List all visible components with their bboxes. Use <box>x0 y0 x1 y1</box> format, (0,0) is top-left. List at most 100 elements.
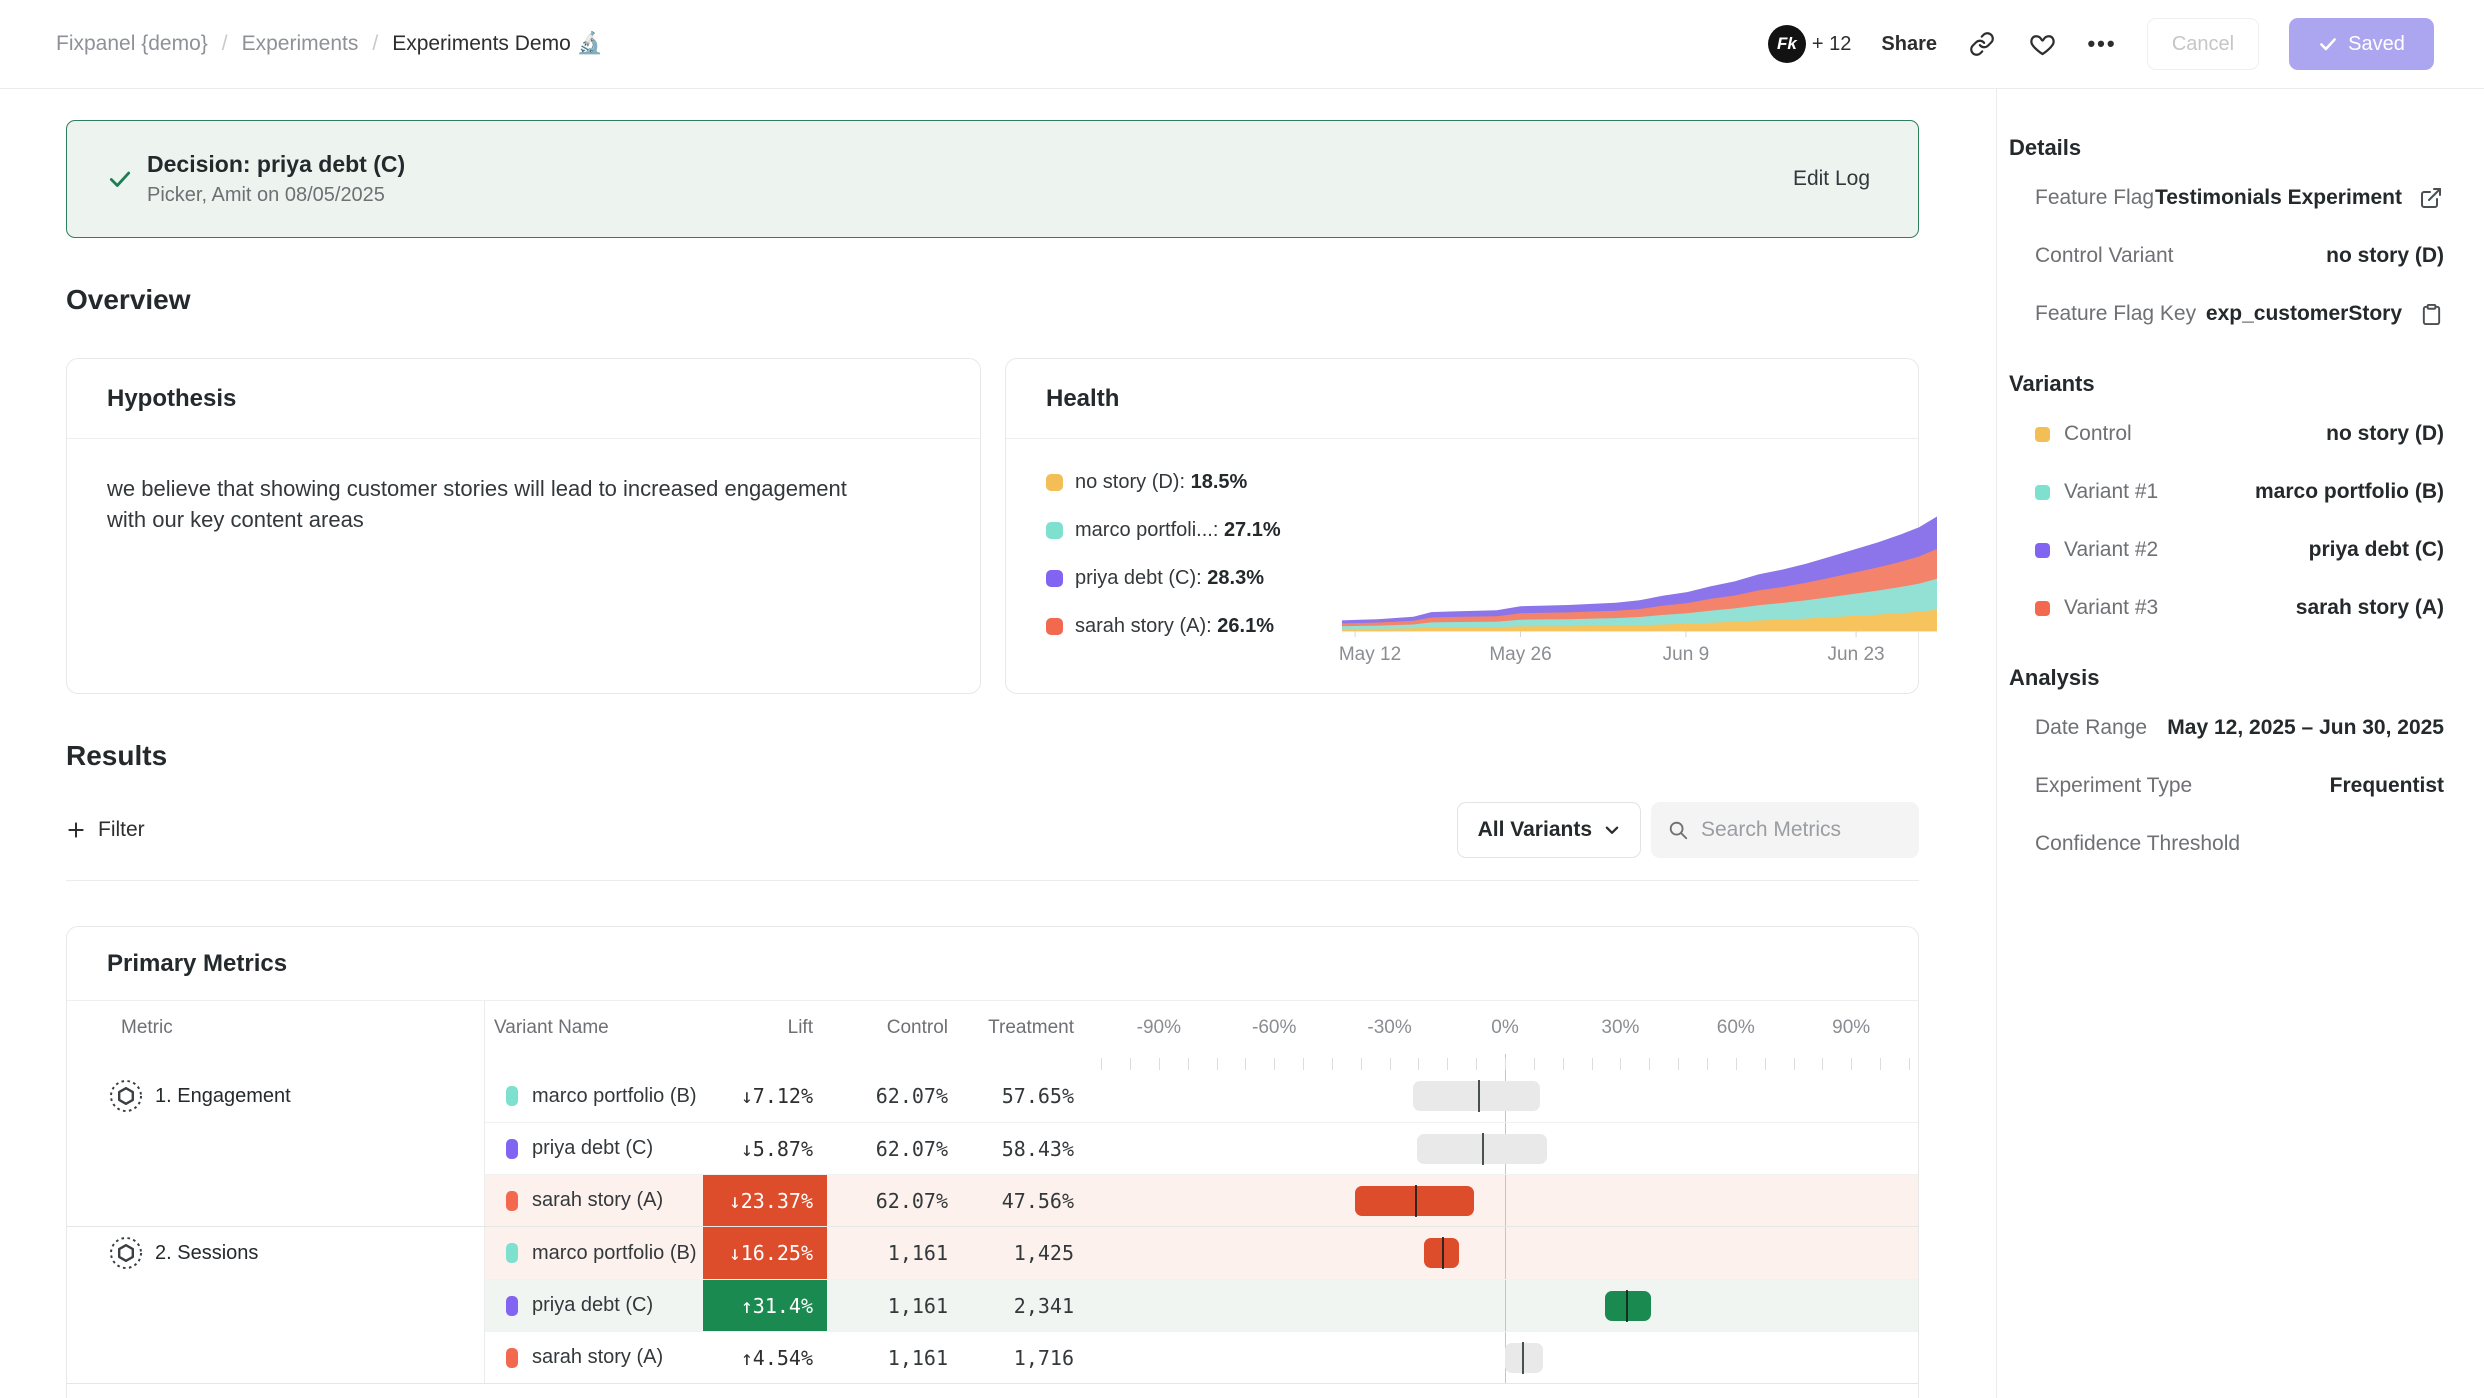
confidence-interval-cell <box>1101 1123 1919 1174</box>
favorite-heart-icon[interactable] <box>2027 29 2057 59</box>
search-metrics-box[interactable] <box>1651 802 1919 858</box>
variant-name: priya debt (C) <box>532 1137 653 1160</box>
variant-color-chip <box>2035 601 2050 616</box>
variant-filter-label: All Variants <box>1478 818 1592 842</box>
saved-button[interactable]: Saved <box>2289 18 2434 70</box>
variant-color-chip <box>2035 427 2050 442</box>
copy-link-icon[interactable] <box>1967 29 1997 59</box>
sidebar-row-label: Variant #1 <box>2035 480 2158 504</box>
axis-minor-tick <box>1765 1058 1766 1070</box>
axis-minor-tick <box>1245 1058 1246 1070</box>
lift-value: ↓5.87% <box>703 1123 827 1174</box>
health-legend-item: priya debt (C): 28.3% <box>1046 561 1342 595</box>
table-row[interactable]: sarah story (A)↓23.37%62.07%47.56% <box>485 1174 1919 1226</box>
label-text: Confidence Threshold <box>2035 832 2240 856</box>
sidebar-row: Confidence Threshold <box>2035 815 2444 873</box>
legend-value: 26.1% <box>1217 615 1274 637</box>
add-filter-button[interactable]: Filter <box>66 818 145 842</box>
lift-estimate-marker <box>1442 1237 1444 1269</box>
sidebar-row: Feature Flag Key exp_customerStory <box>2035 285 2444 343</box>
label-text: Variant #3 <box>2064 596 2158 620</box>
sidebar-row: Experiment TypeFrequentist <box>2035 757 2444 815</box>
legend-color-chip <box>1046 474 1063 491</box>
breadcrumb-item[interactable]: Fixpanel {demo} <box>56 32 208 56</box>
metric-name-cell[interactable]: 1. Engagement <box>67 1070 484 1122</box>
metric-column: 2. Sessions <box>67 1227 485 1383</box>
legend-value: 18.5% <box>1191 471 1248 493</box>
axis-label: 90% <box>1832 1017 1870 1039</box>
results-divider <box>66 880 1919 881</box>
axis-minor-tick <box>1418 1058 1419 1070</box>
lift-value: ↓23.37% <box>703 1175 827 1226</box>
health-x-tick-label: May 12 <box>1339 644 1401 666</box>
table-row[interactable]: priya debt (C)↓5.87%62.07%58.43% <box>485 1122 1919 1174</box>
sidebar-row-label: Experiment Type <box>2035 774 2192 798</box>
table-header: Metric Variant Name Lift Control Treatme… <box>67 1001 1918 1054</box>
health-legend-item: sarah story (A): 26.1% <box>1046 609 1342 643</box>
legend-label: priya debt (C): 28.3% <box>1075 567 1264 590</box>
sidebar-row-label: Control Variant <box>2035 244 2174 268</box>
results-heading: Results <box>66 740 1919 772</box>
variant-color-chip <box>506 1243 518 1263</box>
legend-value: 27.1% <box>1224 519 1281 541</box>
axis-minor-tick <box>1736 1058 1737 1070</box>
sidebar-row: Controlno story (D) <box>2035 405 2444 463</box>
external-link-icon[interactable] <box>2418 186 2444 210</box>
breadcrumb-separator: / <box>222 32 228 56</box>
sidebar-row-value: no story (D) <box>2326 422 2444 446</box>
sidebar-row-value: exp_customerStory <box>2206 302 2402 326</box>
more-options-button[interactable]: ••• <box>2087 29 2117 59</box>
variant-color-chip <box>506 1191 518 1211</box>
lift-value: ↓16.25% <box>703 1227 827 1279</box>
legend-color-chip <box>1046 570 1063 587</box>
sidebar-row-label: Date Range <box>2035 716 2147 740</box>
sidebar-row: Date RangeMay 12, 2025 – Jun 30, 2025 <box>2035 699 2444 757</box>
sidebar-row: Variant #3sarah story (A) <box>2035 579 2444 637</box>
confidence-interval-cell <box>1101 1227 1919 1279</box>
edit-log-button[interactable]: Edit Log <box>1793 167 1870 191</box>
hypothesis-text: we believe that showing customer stories… <box>67 439 907 535</box>
collaborators[interactable]: Fk + 12 <box>1768 25 1851 63</box>
metric-target-icon <box>109 1079 143 1113</box>
cancel-button[interactable]: Cancel <box>2147 18 2259 70</box>
axis-ticks-row <box>67 1054 1918 1070</box>
label-text: Feature Flag Key <box>2035 302 2196 326</box>
variant-filter-dropdown[interactable]: All Variants <box>1457 802 1641 858</box>
table-row[interactable]: priya debt (C)↑31.4%1,1612,341 <box>485 1279 1919 1331</box>
health-title: Health <box>1046 385 1119 413</box>
axis-minor-tick <box>1188 1058 1189 1070</box>
breadcrumb-item[interactable]: Experiments <box>242 32 359 56</box>
axis-minor-tick <box>1592 1058 1593 1070</box>
axis-label: -60% <box>1252 1017 1296 1039</box>
control-value: 1,161 <box>827 1332 951 1383</box>
metric-name: 2. Sessions <box>155 1242 258 1265</box>
metric-group: 2. Sessions marco portfolio (B)↓16.25%1,1… <box>67 1226 1918 1383</box>
share-button[interactable]: Share <box>1881 33 1937 56</box>
sidebar-row-value: marco portfolio (B) <box>2255 480 2444 504</box>
axis-minor-tick <box>1794 1058 1795 1070</box>
control-value: 62.07% <box>827 1175 951 1226</box>
check-icon <box>2318 34 2338 54</box>
primary-metrics-title: Primary Metrics <box>107 950 287 978</box>
legend-color-chip <box>1046 618 1063 635</box>
axis-label: -30% <box>1367 1017 1411 1039</box>
metric-target-icon <box>109 1236 143 1270</box>
metric-name-cell[interactable]: 2. Sessions <box>67 1227 484 1279</box>
label-text: Variant #2 <box>2064 538 2158 562</box>
decision-subtitle: Picker, Amit on 08/05/2025 <box>147 184 405 207</box>
table-row[interactable]: sarah story (A)↑4.54%1,1611,716 <box>485 1331 1919 1383</box>
axis-minor-tick <box>1649 1058 1650 1070</box>
sidebar-heading-variants: Variants <box>2009 371 2444 397</box>
label-text: Feature Flag <box>2035 186 2154 210</box>
sidebar-row-label: Variant #2 <box>2035 538 2158 562</box>
table-row[interactable]: marco portfolio (B)↓7.12%62.07%57.65% <box>485 1070 1919 1122</box>
avatar[interactable]: Fk <box>1768 25 1806 63</box>
breadcrumb-item[interactable]: Experiments Demo 🔬 <box>392 32 603 56</box>
metric-variant-rows: marco portfolio (B)↓7.12%62.07%57.65% pri… <box>485 1070 1919 1226</box>
table-row[interactable]: marco portfolio (B)↓16.25%1,1611,425 <box>485 1227 1919 1279</box>
clipboard-icon[interactable] <box>2418 303 2444 326</box>
axis-minor-tick <box>1303 1058 1304 1070</box>
lift-estimate-marker <box>1482 1133 1484 1165</box>
search-metrics-input[interactable] <box>1701 818 1891 842</box>
axis-minor-tick <box>1822 1058 1823 1070</box>
